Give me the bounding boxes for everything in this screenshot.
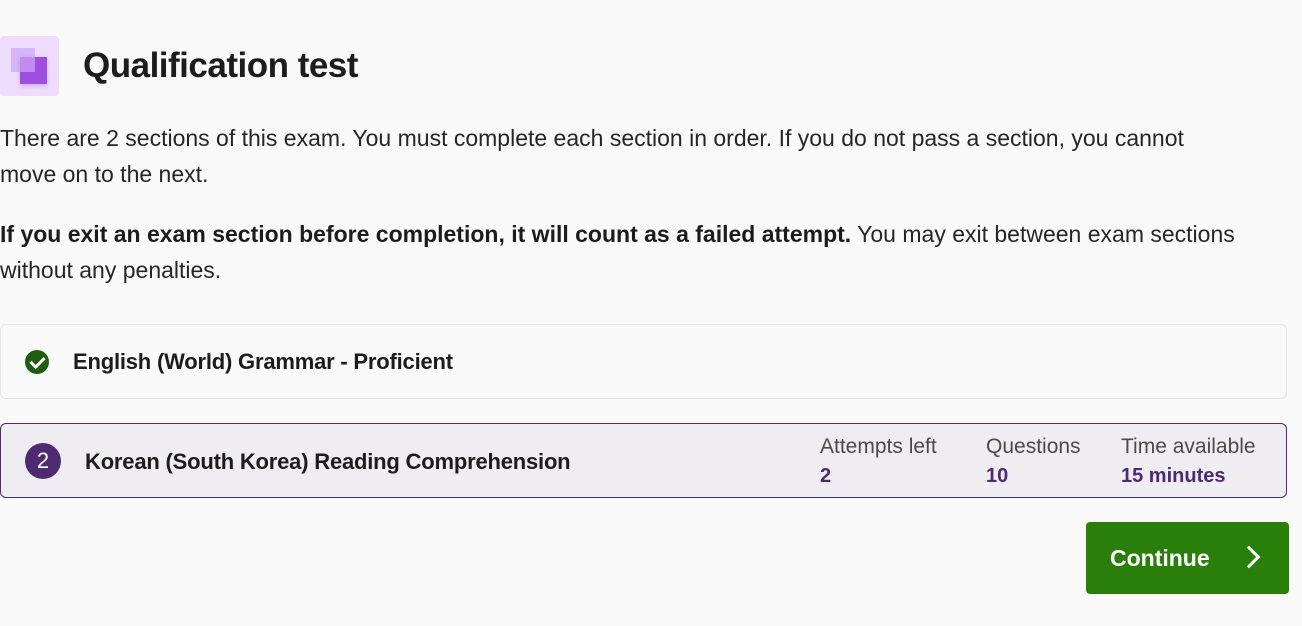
questions-label: Questions: [986, 435, 1081, 458]
layered-squares-icon: [0, 36, 59, 96]
qualification-test-page: Qualification test There are 2 sections …: [0, 0, 1302, 626]
exam-section-current[interactable]: 2 Korean (South Korea) Reading Comprehen…: [0, 423, 1287, 498]
section-title: Korean (South Korea) Reading Comprehensi…: [85, 449, 571, 474]
attempts-left-value: 2: [820, 465, 832, 487]
questions-value: 10: [986, 465, 1009, 487]
attempts-left-label: Attempts left: [820, 435, 937, 458]
exit-warning-bold: If you exit an exam section before compl…: [0, 221, 852, 247]
exit-warning: If you exit an exam section before compl…: [0, 216, 1240, 288]
continue-label: Continue: [1110, 544, 1210, 571]
section-number-badge: 2: [25, 443, 61, 479]
chevron-right-icon: [1237, 545, 1261, 569]
time-available-stat: Time available 15 minutes: [1121, 434, 1256, 492]
exam-instructions: There are 2 sections of this exam. You m…: [0, 125, 1184, 187]
section-title: English (World) Grammar - Proficient: [73, 349, 453, 374]
exam-section-completed: English (World) Grammar - Proficient: [0, 324, 1287, 399]
time-available-label: Time available: [1121, 435, 1256, 458]
check-circle-icon: [25, 350, 49, 374]
attempts-left-stat: Attempts left 2: [820, 434, 937, 492]
page-header: Qualification test: [0, 36, 358, 96]
continue-button[interactable]: Continue: [1086, 522, 1289, 594]
page-title: Qualification test: [83, 46, 358, 85]
time-available-value: 15 minutes: [1121, 465, 1226, 487]
questions-stat: Questions 10: [986, 434, 1081, 492]
